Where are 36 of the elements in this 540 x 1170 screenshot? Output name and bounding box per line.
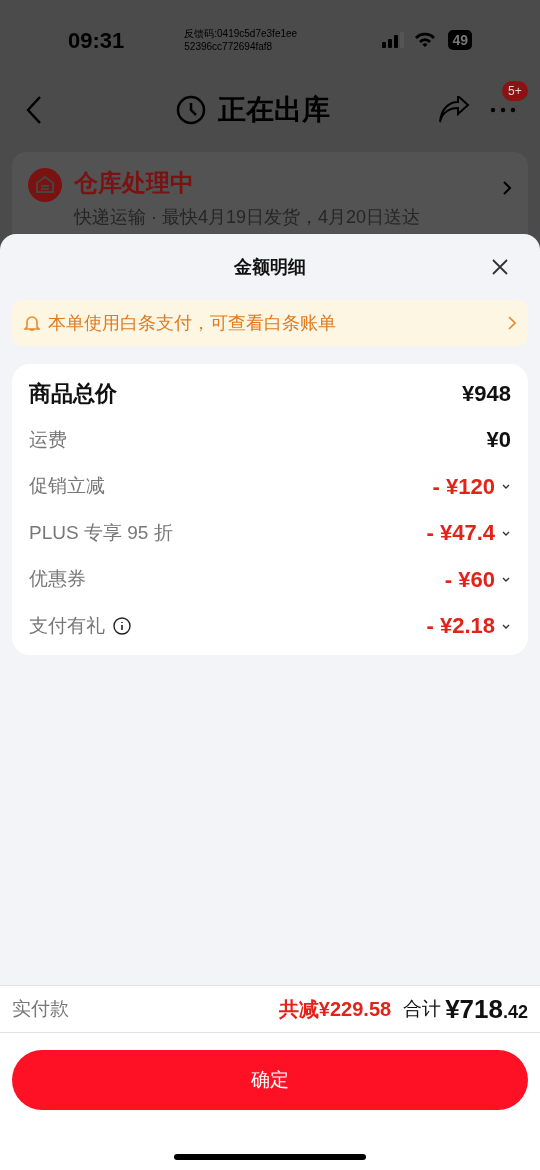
confirm-button[interactable]: 确定 [12,1050,528,1110]
close-icon[interactable] [491,258,509,276]
price-label: 商品总价 [29,379,117,408]
clock-icon [176,95,206,125]
feedback-code: 反馈码:0419c5d7e3fe1ee [184,27,298,40]
price-value: ¥0 [486,426,511,455]
battery-icon: 49 [448,30,472,50]
bell-icon [24,314,40,332]
total-discount: 共减¥229.58 [278,997,392,1022]
price-value: - ¥47.4 [426,519,495,548]
signal-icon [382,32,407,48]
price-value: - ¥2.18 [426,612,495,641]
summary-label: 实付款 [12,996,69,1021]
wifi-icon [414,32,437,48]
price-label: PLUS 专享 95 折 [29,520,173,545]
price-label: 优惠券 [29,567,86,591]
price-value: ¥948 [462,379,511,408]
warehouse-icon [28,168,62,202]
notice-banner[interactable]: 本单使用白条支付，可查看白条账单 [12,300,528,346]
feedback-code: 52396cc772694faf8 [184,40,274,53]
sheet-title: 金额明细 [234,255,306,279]
notice-text: 本单使用白条支付，可查看白条账单 [48,311,337,335]
notification-badge: 5+ [502,81,528,101]
total-amount: ¥718.42 [445,992,528,1026]
status-time: 09:31 [68,26,125,55]
info-icon[interactable] [113,616,131,635]
price-label: 促销立减 [29,474,105,498]
chevron-right-icon [508,316,516,330]
price-value: - ¥60 [444,565,495,594]
status-title: 仓库处理中 [74,168,195,198]
price-label: 支付有礼 [29,613,105,638]
total-label: 合计 [403,996,442,1021]
page-title: 正在出库 [218,93,330,127]
chevron-right-icon[interactable] [502,180,512,196]
price-label: 运费 [29,427,67,452]
price-value: - ¥120 [432,472,495,501]
